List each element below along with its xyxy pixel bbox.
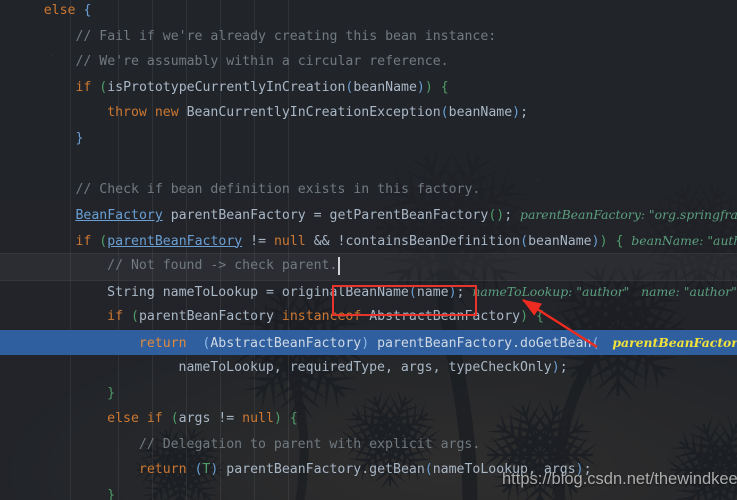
code-area[interactable]: else { // Fail if we're already creating … xyxy=(0,0,737,500)
code-line[interactable]: } xyxy=(0,381,737,407)
inlay-hint: parentBeanFactory: "org.sp xyxy=(612,334,737,350)
code-token: // Delegation to parent with explicit ar… xyxy=(138,436,481,452)
code-token: parentBeanFactory.getBean xyxy=(218,462,425,477)
code-line[interactable]: if (isPrototypeCurrentlyInCreation(beanN… xyxy=(0,75,737,101)
code-token: // Not found -> check parent. xyxy=(107,258,338,273)
code-token: new xyxy=(154,105,179,120)
code-token: } xyxy=(75,130,84,146)
code-token: else if xyxy=(107,411,163,426)
code-token: args xyxy=(392,360,433,375)
code-token: ) xyxy=(599,233,608,249)
code-line[interactable]: throw new BeanCurrentlyInCreationExcepti… xyxy=(0,100,737,126)
code-token: ) xyxy=(512,105,521,120)
code-line[interactable]: else if (args != null) { xyxy=(0,406,737,432)
annotation-red-rectangle xyxy=(332,285,477,316)
code-token: } xyxy=(107,385,116,401)
code-token: requiredType xyxy=(281,360,385,375)
code-line[interactable]: if ( parentBeanFactory != null && !contai… xyxy=(0,228,737,254)
code-line[interactable]: else { xyxy=(0,0,737,24)
code-token: ) xyxy=(361,335,370,351)
code-token: beanName xyxy=(528,233,592,249)
code-token: ; xyxy=(559,360,568,375)
code-token: if xyxy=(75,233,92,249)
code-token: else xyxy=(43,3,76,18)
code-token: parentBeanFactory xyxy=(107,233,243,249)
code-token: parentBeanFactory = getParentBeanFactory xyxy=(162,208,489,223)
code-token: .doGetBean xyxy=(512,335,592,351)
code-token: null xyxy=(242,411,274,426)
code-token: ) xyxy=(273,411,282,426)
code-line[interactable]: // Delegation to parent with explicit ar… xyxy=(0,432,737,458)
code-line[interactable]: return (AbstractBeanFactory) parentBeanF… xyxy=(0,330,737,356)
code-token: beanName xyxy=(448,105,513,120)
code-token: { xyxy=(83,3,92,18)
code-editor[interactable]: else { // Fail if we're already creating … xyxy=(0,0,737,500)
code-token: // Fail if we're already creating this b… xyxy=(75,28,497,44)
code-line[interactable]: // Fail if we're already creating this b… xyxy=(0,24,737,50)
code-token: } xyxy=(107,487,116,500)
code-token: // Check if bean definition exists in th… xyxy=(75,181,481,197)
code-token: parentBeanFactory xyxy=(369,335,513,351)
code-token: ) xyxy=(424,79,433,95)
code-token: && !containsBeanDefinition xyxy=(305,233,521,249)
code-token: BeanCurrentlyInCreationException xyxy=(186,105,441,120)
code-token: parentBeanFactory xyxy=(138,309,282,324)
code-line[interactable] xyxy=(0,151,737,177)
code-token: { xyxy=(535,309,544,324)
code-token: null xyxy=(273,233,306,249)
code-token: , xyxy=(384,360,393,375)
code-token: ( xyxy=(424,462,433,477)
code-token: { xyxy=(289,411,298,426)
code-line[interactable]: } xyxy=(0,126,737,152)
code-token: ( xyxy=(170,411,179,426)
code-token: ( xyxy=(131,309,139,324)
code-token: args != xyxy=(178,411,243,426)
code-token: , xyxy=(273,360,282,375)
code-token: , xyxy=(432,360,441,375)
code-token: BeanFactory xyxy=(75,208,163,223)
inlay-hint: beanName: "author" xyxy=(631,232,737,248)
inlay-hint: nameToLookup: "author" name: "author" xyxy=(464,283,737,299)
code-token: beanName xyxy=(353,79,417,95)
code-line[interactable]: BeanFactory parentBeanFactory = getParen… xyxy=(0,202,737,228)
code-token: if xyxy=(107,309,124,324)
inlay-hint: parentBeanFactory: "org.springframewor xyxy=(520,207,737,222)
code-token: ) xyxy=(551,360,560,375)
code-token: ( xyxy=(440,105,449,120)
code-token: typeCheckOnly xyxy=(440,360,552,375)
code-token: return xyxy=(138,335,187,351)
code-line[interactable]: nameToLookup, requiredType, args, typeCh… xyxy=(0,355,737,381)
code-token: ) xyxy=(416,79,425,95)
watermark-text: https://blog.csdn.net/thewindkee xyxy=(502,470,737,488)
code-token: ) xyxy=(520,309,529,324)
code-token: ( xyxy=(520,233,529,249)
code-token: // We're assumably within a circular ref… xyxy=(75,54,449,69)
code-token: ; xyxy=(504,208,513,223)
code-token: { xyxy=(440,79,449,95)
code-line[interactable]: // We're assumably within a circular ref… xyxy=(0,49,737,75)
code-token: throw xyxy=(107,105,147,120)
code-token: ) xyxy=(591,233,600,249)
code-token: != xyxy=(242,233,274,249)
code-token: ; xyxy=(520,105,529,120)
code-line[interactable]: // Check if bean definition exists in th… xyxy=(0,177,737,203)
code-line[interactable]: // Not found -> check parent. xyxy=(0,253,737,279)
code-token: return xyxy=(138,462,187,477)
code-token: isPrototypeCurrentlyInCreation xyxy=(107,79,346,95)
code-token: if xyxy=(75,79,92,95)
text-caret xyxy=(338,257,341,275)
code-token: AbstractBeanFactory xyxy=(210,335,362,351)
code-token: nameToLookup xyxy=(178,360,274,375)
code-token: () xyxy=(488,208,505,223)
